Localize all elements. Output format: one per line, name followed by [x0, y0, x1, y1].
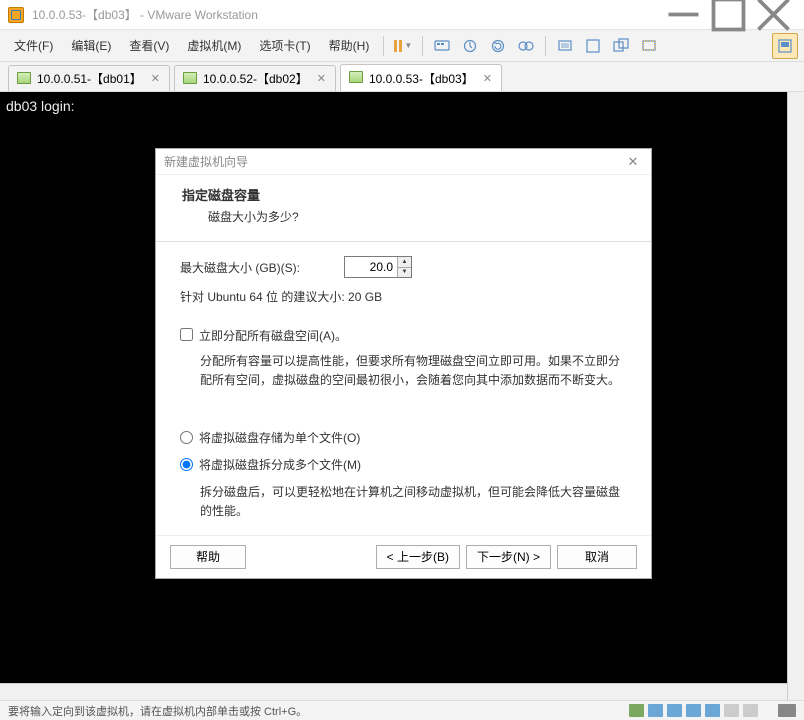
snapshot-manager-icon[interactable]: [513, 33, 539, 59]
device-network-icon[interactable]: [686, 704, 701, 717]
vm-icon: [349, 71, 363, 85]
unity-icon[interactable]: [608, 33, 634, 59]
tab-close-icon[interactable]: ✕: [314, 72, 329, 85]
menu-file[interactable]: 文件(F): [6, 33, 61, 58]
minimize-button[interactable]: [661, 1, 706, 29]
new-vm-wizard: 新建虚拟机向导 ✕ 指定磁盘容量 磁盘大小为多少? 最大磁盘大小 (GB)(S)…: [155, 148, 652, 579]
status-text: 要将输入定向到该虚拟机，请在虚拟机内部单击或按 Ctrl+G。: [8, 703, 629, 719]
spinner-down-button[interactable]: ▼: [398, 268, 411, 278]
allocate-desc: 分配所有容量可以提高性能，但要求所有物理磁盘空间立即可用。如果不立即分配所有空间…: [180, 352, 627, 390]
tab-db02[interactable]: 10.0.0.52-【db02】 ✕: [174, 65, 336, 91]
wizard-subheading: 磁盘大小为多少?: [182, 208, 625, 225]
status-icons: [629, 704, 796, 717]
scrollbar-vertical[interactable]: [787, 92, 804, 700]
max-disk-label: 最大磁盘大小 (GB)(S):: [180, 259, 300, 276]
fullscreen-icon[interactable]: [580, 33, 606, 59]
wizard-footer: 帮助 < 上一步(B) 下一步(N) > 取消: [156, 535, 651, 578]
vm-icon: [17, 72, 31, 86]
pause-button[interactable]: ▼: [390, 33, 416, 59]
window-titlebar: 10.0.0.53-【db03】 - VMware Workstation: [0, 0, 804, 30]
status-bar: 要将输入定向到该虚拟机，请在虚拟机内部单击或按 Ctrl+G。: [0, 700, 804, 720]
tab-label: 10.0.0.52-【db02】: [203, 70, 308, 87]
radio-split-label: 将虚拟磁盘拆分成多个文件(M): [199, 456, 361, 473]
wizard-title-text: 新建虚拟机向导: [164, 153, 623, 170]
toolbar-separator: [545, 36, 546, 56]
message-log-icon[interactable]: [778, 704, 796, 717]
next-button[interactable]: 下一步(N) >: [466, 545, 551, 569]
help-button[interactable]: 帮助: [170, 545, 246, 569]
back-button[interactable]: < 上一步(B): [376, 545, 460, 569]
toolbar-separator: [422, 36, 423, 56]
allocate-now-label: 立即分配所有磁盘空间(A)。: [199, 327, 347, 344]
menu-tabs[interactable]: 选项卡(T): [251, 33, 318, 58]
max-disk-input[interactable]: [345, 257, 397, 277]
maximize-button[interactable]: [706, 1, 751, 29]
snapshot-revert-icon[interactable]: [485, 33, 511, 59]
thumbnail-bar-icon[interactable]: [772, 33, 798, 59]
cancel-button[interactable]: 取消: [557, 545, 637, 569]
device-floppy-icon[interactable]: [667, 704, 682, 717]
radio-split-file[interactable]: [180, 458, 193, 471]
radio-single-label: 将虚拟磁盘存储为单个文件(O): [199, 429, 360, 446]
device-sound-icon[interactable]: [724, 704, 739, 717]
menu-vm[interactable]: 虚拟机(M): [179, 33, 249, 58]
tab-db01[interactable]: 10.0.0.51-【db01】 ✕: [8, 65, 170, 91]
wizard-close-button[interactable]: ✕: [623, 152, 643, 172]
send-ctrl-alt-del-icon[interactable]: [429, 33, 455, 59]
wizard-header: 指定磁盘容量 磁盘大小为多少?: [156, 175, 651, 241]
split-desc: 拆分磁盘后，可以更轻松地在计算机之间移动虚拟机，但可能会降低大容量磁盘的性能。: [180, 483, 627, 521]
app-icon: [8, 7, 24, 23]
spinner-up-button[interactable]: ▲: [398, 257, 411, 268]
wizard-body: 最大磁盘大小 (GB)(S): ▲ ▼ 针对 Ubuntu 64 位 的建议大小…: [156, 242, 651, 535]
device-printer-icon[interactable]: [743, 704, 758, 717]
vm-icon: [183, 72, 197, 86]
tabs-bar: 10.0.0.51-【db01】 ✕ 10.0.0.52-【db02】 ✕ 10…: [0, 62, 804, 92]
console-view-icon[interactable]: [636, 33, 662, 59]
device-cd-icon[interactable]: [648, 704, 663, 717]
radio-single-file[interactable]: [180, 431, 193, 444]
menu-help[interactable]: 帮助(H): [321, 33, 378, 58]
fit-guest-icon[interactable]: [552, 33, 578, 59]
snapshot-take-icon[interactable]: [457, 33, 483, 59]
close-button[interactable]: [751, 1, 796, 29]
device-hdd-icon[interactable]: [629, 704, 644, 717]
wizard-heading: 指定磁盘容量: [182, 185, 625, 204]
device-usb-icon[interactable]: [705, 704, 720, 717]
toolbar-separator: [383, 36, 384, 56]
console-line: db03 login:: [6, 98, 798, 114]
tab-label: 10.0.0.53-【db03】: [369, 70, 474, 87]
window-title: 10.0.0.53-【db03】 - VMware Workstation: [32, 6, 661, 23]
tab-label: 10.0.0.51-【db01】: [37, 70, 142, 87]
wizard-titlebar: 新建虚拟机向导 ✕: [156, 149, 651, 175]
scrollbar-horizontal[interactable]: [0, 683, 787, 700]
menu-view[interactable]: 查看(V): [121, 33, 177, 58]
tab-close-icon[interactable]: ✕: [148, 72, 163, 85]
tab-db03[interactable]: 10.0.0.53-【db03】 ✕: [340, 64, 502, 91]
allocate-now-checkbox[interactable]: [180, 328, 193, 341]
tab-close-icon[interactable]: ✕: [480, 72, 495, 85]
recommend-text: 针对 Ubuntu 64 位 的建议大小: 20 GB: [180, 288, 627, 305]
max-disk-spinner: ▲ ▼: [344, 256, 412, 278]
menu-edit[interactable]: 编辑(E): [63, 33, 119, 58]
